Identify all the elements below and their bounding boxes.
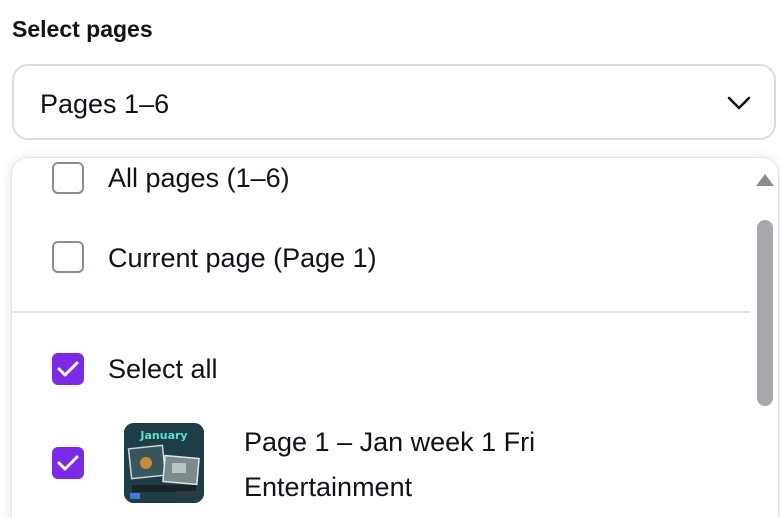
option-current-page[interactable]: Current page (Page 1) [12,226,750,286]
section-title: Select pages [12,16,153,42]
checkbox-page-1[interactable] [52,447,84,479]
option-all-pages[interactable]: All pages (1–6) [12,158,750,218]
option-current-page-label: Current page (Page 1) [108,243,377,273]
checkmark-icon [57,361,79,377]
option-select-all-label: Select all [108,354,218,384]
scrollbar-thumb[interactable] [757,220,773,406]
option-all-pages-label: All pages (1–6) [108,163,290,193]
pages-dropdown: All pages (1–6) Current page (Page 1) Se… [12,158,778,518]
checkbox-all-pages[interactable] [52,162,84,194]
checkmark-icon [57,455,79,471]
chevron-down-icon [726,92,752,114]
option-select-all[interactable]: Select all [12,338,750,398]
pages-select[interactable]: Pages 1–6 [12,64,776,140]
checkbox-select-all[interactable] [52,353,84,385]
select-value: Pages 1–6 [40,89,170,119]
divider [12,311,750,313]
scroll-up-arrow-icon[interactable] [756,174,774,186]
thumbnail-text: January [139,429,187,442]
page-1-thumbnail: January [124,423,204,503]
page-1-label: Page 1 – Jan week 1 Fri Entertainment [244,420,535,510]
page-1-title: Page 1 – Jan week 1 Fri [244,427,536,457]
page-1-subtitle: Entertainment [244,472,413,502]
checkbox-current-page[interactable] [52,241,84,273]
